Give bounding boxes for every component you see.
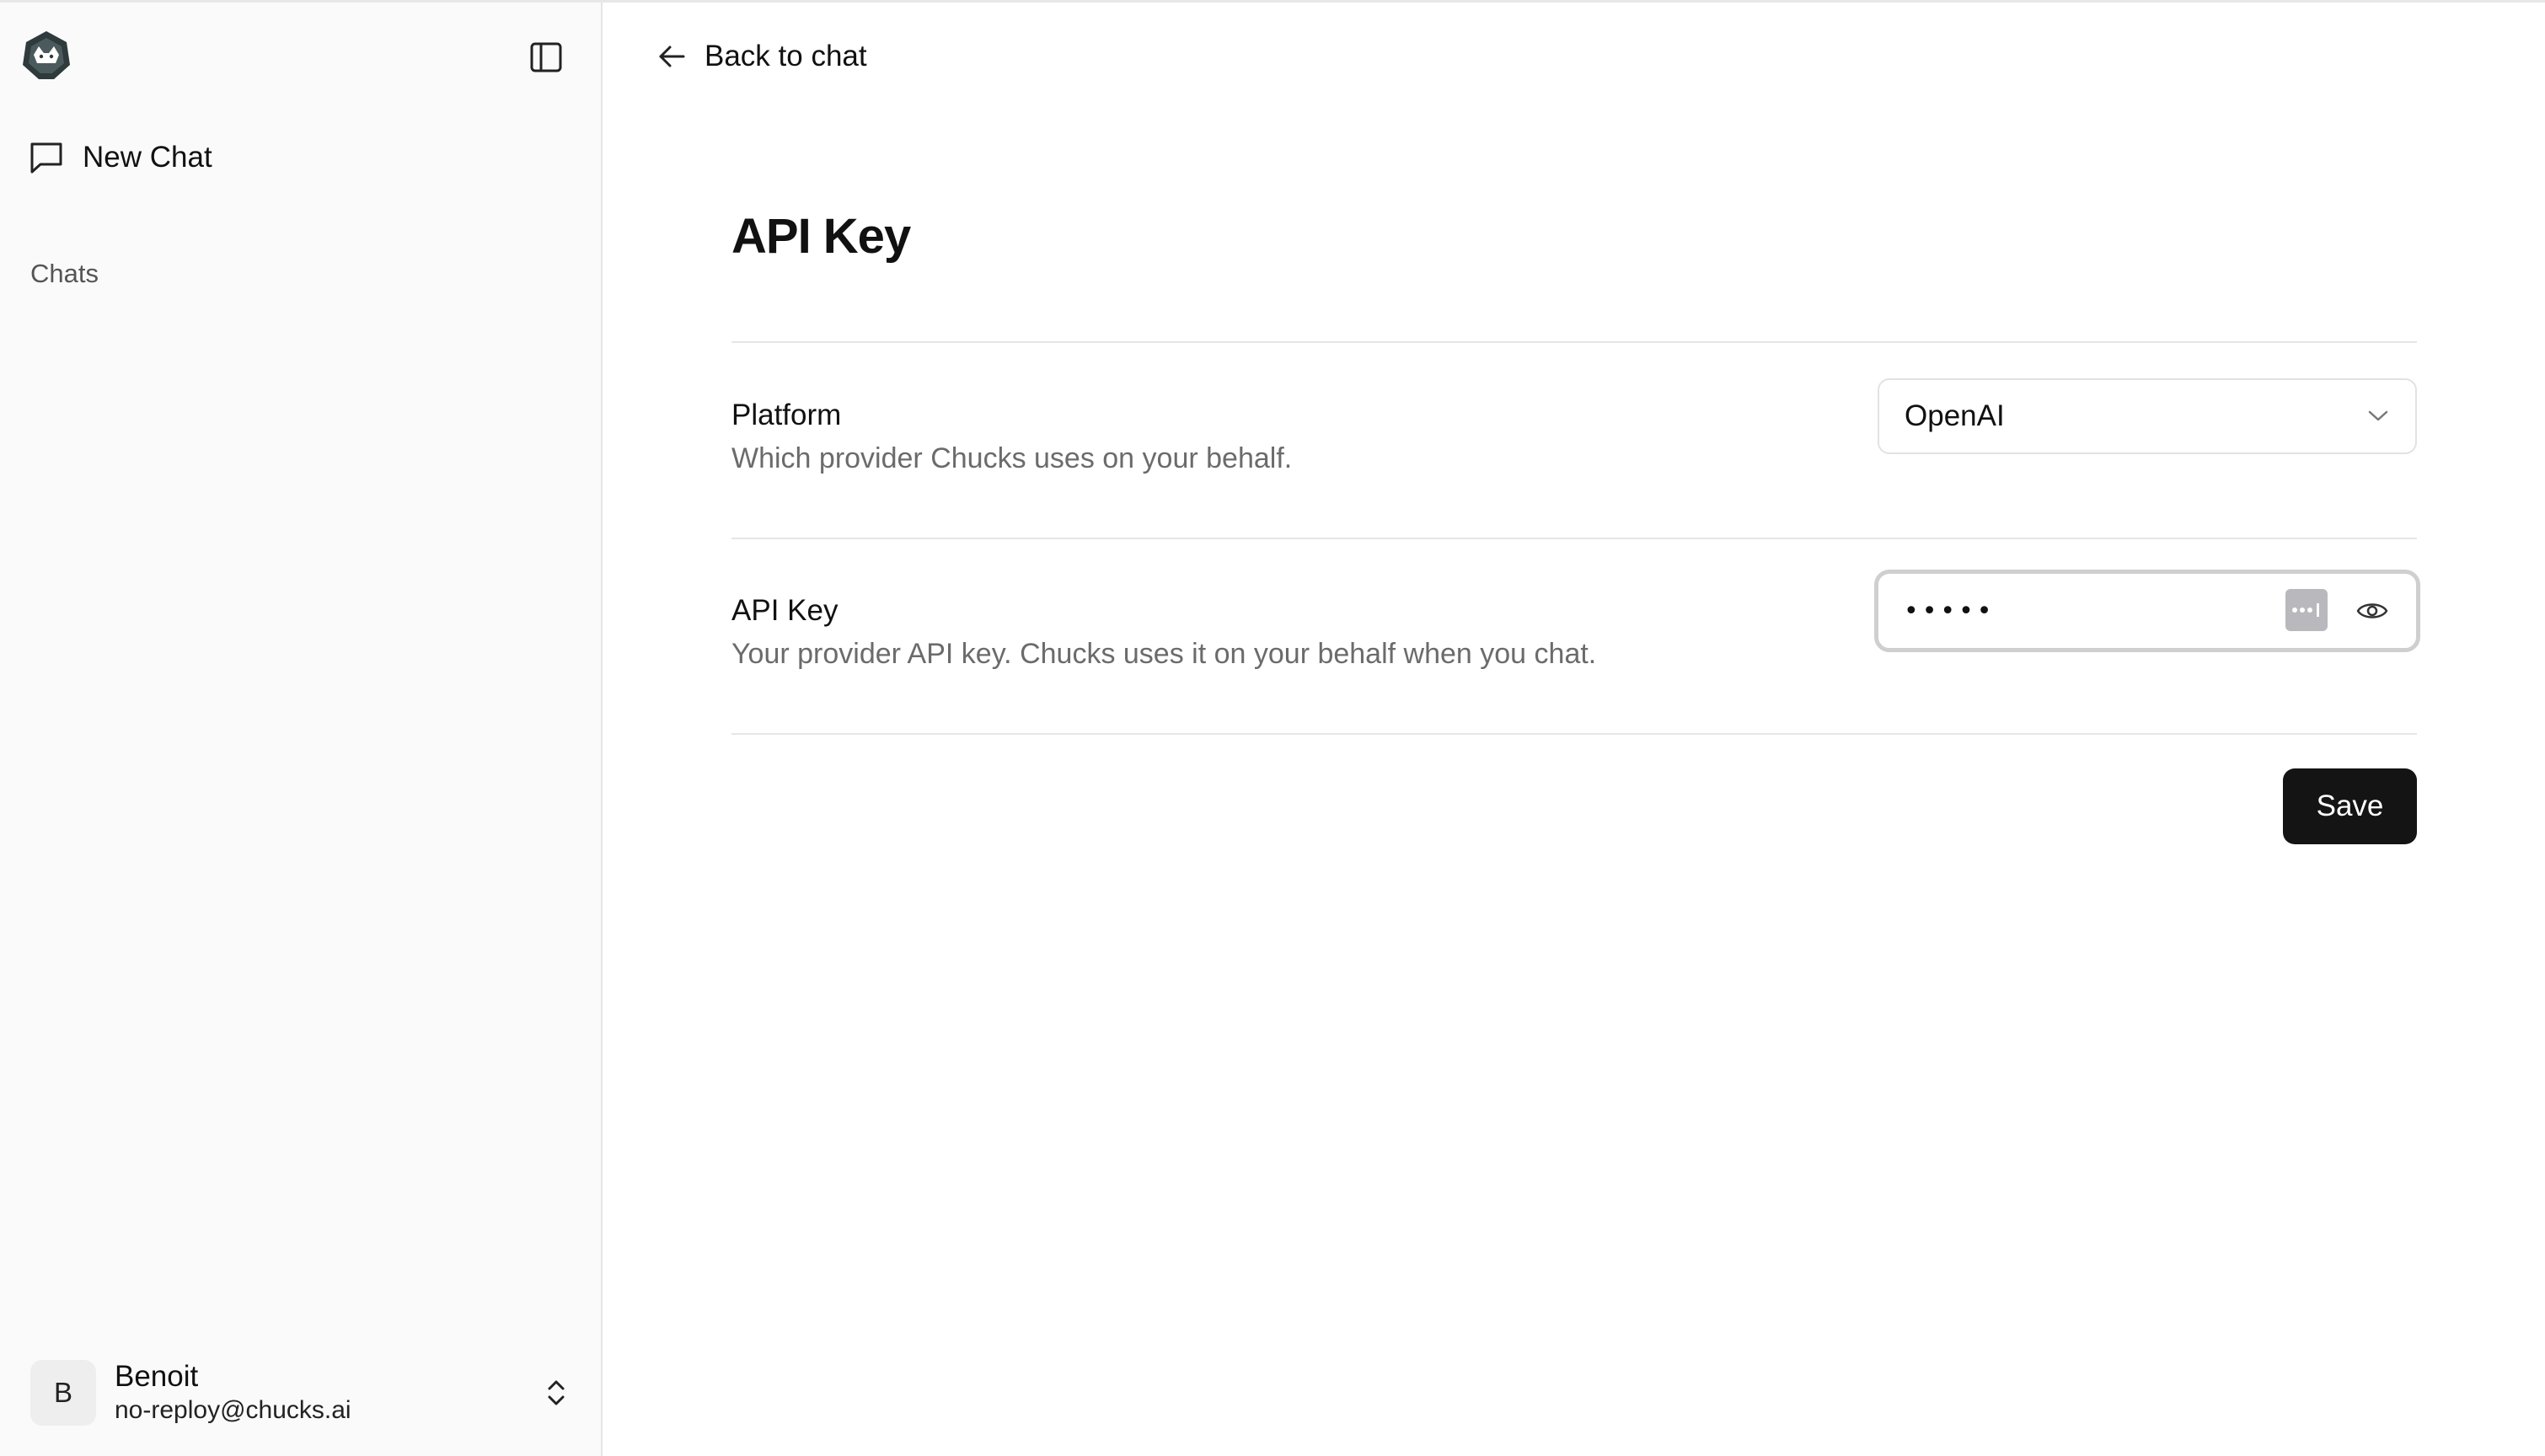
user-name: Benoit (115, 1360, 199, 1393)
divider (731, 538, 2417, 539)
save-button[interactable]: Save (2283, 768, 2417, 844)
sidebar: New Chat Chats B Benoit no-reploy@chucks… (0, 3, 603, 1456)
api-key-label: API Key (731, 594, 839, 627)
api-key-description: Your provider API key. Chucks uses it on… (731, 638, 1597, 670)
avatar: B (30, 1360, 96, 1426)
new-chat-label: New Chat (83, 141, 212, 174)
sidebar-toggle-icon (530, 42, 562, 72)
user-menu-button[interactable]: B Benoit no-reploy@chucks.ai (30, 1357, 573, 1428)
password-manager-icon[interactable] (2285, 589, 2328, 631)
platform-description: Which provider Chucks uses on your behal… (731, 442, 1293, 474)
eye-icon (2356, 603, 2388, 618)
user-info: Benoit no-reploy@chucks.ai (115, 1359, 351, 1427)
app-window: New Chat Chats B Benoit no-reploy@chucks… (0, 0, 2545, 1456)
divider (731, 733, 2417, 735)
divider (731, 341, 2417, 343)
api-key-field (1874, 570, 2420, 652)
chevron-down-icon (2368, 410, 2388, 421)
new-chat-button[interactable]: New Chat (29, 134, 212, 181)
back-to-chat-link[interactable]: Back to chat (657, 33, 867, 80)
arrow-left-icon (659, 46, 685, 67)
chat-bubble-icon (30, 142, 62, 174)
platform-select-value: OpenAI (1905, 399, 2005, 432)
page-title: API Key (731, 209, 911, 264)
sidebar-toggle-button[interactable] (528, 39, 565, 76)
api-key-input[interactable] (1902, 586, 2273, 636)
chucks-logo-icon[interactable] (20, 29, 72, 82)
user-email: no-reploy@chucks.ai (115, 1396, 351, 1424)
show-key-button[interactable] (2352, 591, 2392, 631)
chevron-up-down-icon (548, 1380, 565, 1405)
platform-select[interactable]: OpenAI (1878, 378, 2417, 454)
chats-heading: Chats (30, 259, 99, 288)
platform-label: Platform (731, 399, 842, 431)
back-to-chat-label: Back to chat (705, 40, 867, 72)
